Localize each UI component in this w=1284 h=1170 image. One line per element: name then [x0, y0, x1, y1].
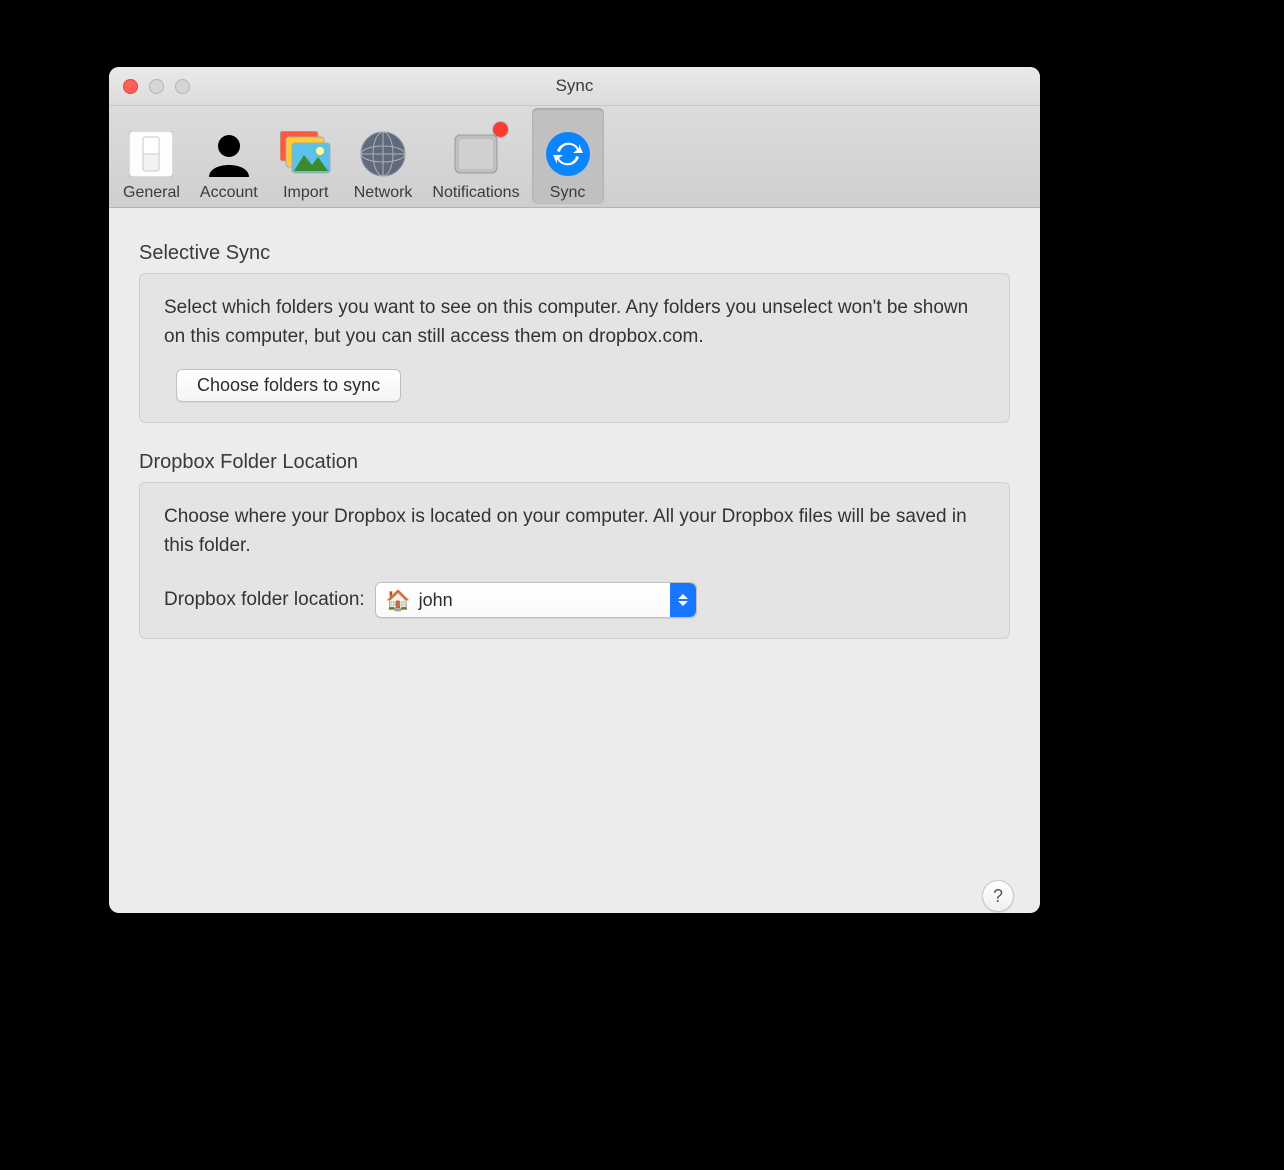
titlebar: Sync	[109, 67, 1040, 106]
content-area: Selective Sync Select which folders you …	[109, 208, 1040, 913]
chevron-updown-icon	[670, 583, 696, 617]
selective-sync-title: Selective Sync	[139, 242, 1010, 265]
toolbar-item-notifications[interactable]: Notifications	[424, 108, 527, 204]
toolbar-label: Sync	[550, 184, 586, 202]
folder-location-title: Dropbox Folder Location	[139, 451, 1010, 474]
selective-sync-panel: Select which folders you want to see on …	[139, 273, 1010, 423]
network-globe-icon	[355, 126, 411, 182]
preferences-toolbar: General Account Import	[109, 106, 1040, 208]
preferences-window: Sync General Account	[109, 67, 1040, 913]
folder-location-label: Dropbox folder location:	[164, 589, 365, 611]
window-title: Sync	[109, 76, 1040, 96]
photos-icon	[278, 126, 334, 182]
toolbar-item-import[interactable]: Import	[270, 108, 342, 204]
maximize-window-button[interactable]	[175, 79, 190, 94]
home-icon: 🏠	[386, 588, 411, 613]
toolbar-item-account[interactable]: Account	[192, 108, 266, 204]
switch-icon	[123, 126, 179, 182]
toolbar-label: Import	[283, 184, 328, 202]
folder-location-description: Choose where your Dropbox is located on …	[164, 503, 985, 560]
minimize-window-button[interactable]	[149, 79, 164, 94]
selective-sync-description: Select which folders you want to see on …	[164, 294, 985, 351]
person-icon	[201, 126, 257, 182]
toolbar-item-sync[interactable]: Sync	[532, 108, 604, 204]
close-window-button[interactable]	[123, 79, 138, 94]
sync-icon	[540, 126, 596, 182]
folder-location-value: john	[419, 590, 670, 611]
toolbar-label: Network	[354, 184, 413, 202]
folder-location-select[interactable]: 🏠 john	[375, 582, 697, 618]
help-button[interactable]: ?	[982, 880, 1014, 912]
toolbar-label: General	[123, 184, 180, 202]
traffic-lights	[123, 79, 190, 94]
toolbar-item-general[interactable]: General	[115, 108, 188, 204]
toolbar-label: Account	[200, 184, 258, 202]
notifications-icon	[448, 126, 504, 182]
choose-folders-button[interactable]: Choose folders to sync	[176, 369, 401, 402]
toolbar-label: Notifications	[432, 184, 519, 202]
folder-location-panel: Choose where your Dropbox is located on …	[139, 482, 1010, 639]
notification-badge-icon	[493, 122, 508, 137]
toolbar-item-network[interactable]: Network	[346, 108, 421, 204]
